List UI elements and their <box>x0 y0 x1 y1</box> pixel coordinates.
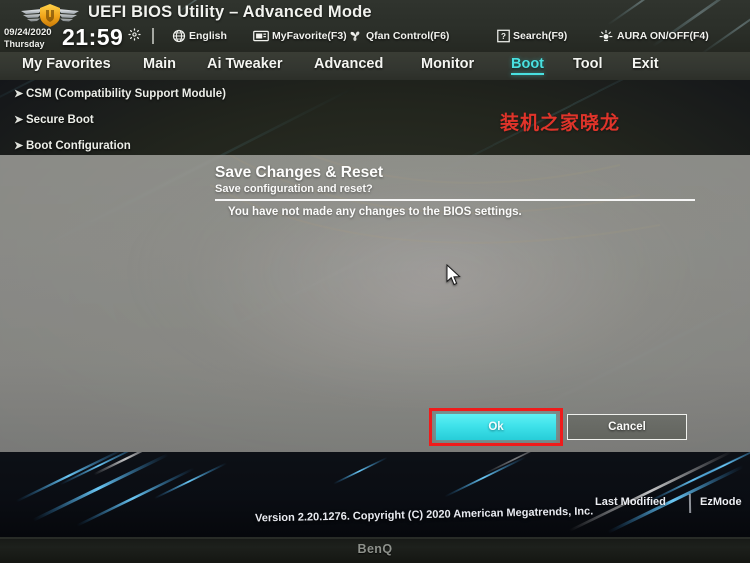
monitor-photo: UEFI BIOS Utility – Advanced Mode 09/24/… <box>0 0 750 563</box>
menu-item-csm[interactable]: ➤ CSM (Compatibility Support Module) <box>14 87 226 100</box>
system-clock: 21:59 <box>62 24 124 50</box>
chevron-right-icon: ➤ <box>14 88 24 100</box>
dialog-message: You have not made any changes to the BIO… <box>228 206 522 218</box>
tab-monitor[interactable]: Monitor <box>421 56 474 72</box>
tab-main[interactable]: Main <box>143 56 176 72</box>
monitor-brand-label: BenQ <box>357 542 393 556</box>
watermark-text: 装机之家晓龙 <box>500 113 621 134</box>
svg-text:?: ? <box>501 32 506 41</box>
date-value: 09/24/2020 <box>4 27 52 38</box>
search-label[interactable]: Search(F9) <box>513 30 567 42</box>
tab-exit[interactable]: Exit <box>632 56 659 72</box>
favorite-box-icon[interactable] <box>253 29 269 43</box>
question-box-icon[interactable]: ? <box>497 29 510 43</box>
cancel-button[interactable]: Cancel <box>567 414 687 440</box>
menu-item-secure-boot[interactable]: ➤ Secure Boot <box>14 113 94 126</box>
bios-screen: UEFI BIOS Utility – Advanced Mode 09/24/… <box>0 0 750 537</box>
aura-light-icon[interactable] <box>598 29 614 43</box>
tab-advanced[interactable]: Advanced <box>314 56 383 72</box>
menu-item-boot-configuration-label: Boot Configuration <box>26 140 131 152</box>
dialog-title: Save Changes & Reset <box>215 164 383 181</box>
system-date: 09/24/2020 Thursday <box>4 27 52 49</box>
gear-icon[interactable] <box>128 28 141 41</box>
myfavorite-label[interactable]: MyFavorite(F3) <box>272 30 347 42</box>
ok-button[interactable]: Ok <box>436 414 556 440</box>
dialog-divider <box>215 199 695 201</box>
language-label[interactable]: English <box>189 30 227 42</box>
menu-item-csm-label: CSM (Compatibility Support Module) <box>26 88 226 100</box>
fan-icon[interactable] <box>347 29 364 43</box>
qfan-label[interactable]: Qfan Control(F6) <box>366 30 449 42</box>
monitor-bezel: BenQ <box>0 537 750 563</box>
tab-ai-tweaker[interactable]: Ai Tweaker <box>207 56 283 72</box>
globe-icon[interactable] <box>172 29 186 43</box>
footer-divider <box>688 493 691 514</box>
dialog-subtitle: Save configuration and reset? <box>215 183 373 195</box>
bezel-edge-highlight <box>0 537 750 539</box>
menu-item-boot-configuration[interactable]: ➤ Boot Configuration <box>14 139 131 152</box>
chevron-right-icon: ➤ <box>14 140 24 152</box>
last-modified-button[interactable]: Last Modified <box>595 496 666 508</box>
weekday-value: Thursday <box>4 38 45 49</box>
menu-item-secure-boot-label: Secure Boot <box>26 114 94 126</box>
tab-tool[interactable]: Tool <box>573 56 603 72</box>
bios-footer <box>0 452 750 537</box>
tab-boot[interactable]: Boot <box>511 56 545 75</box>
aura-label[interactable]: AURA ON/OFF(F4) <box>617 30 709 42</box>
window-title: UEFI BIOS Utility – Advanced Mode <box>88 3 372 21</box>
chevron-right-icon: ➤ <box>14 114 24 126</box>
ezmode-button[interactable]: EzMode <box>700 496 742 508</box>
bios-header: UEFI BIOS Utility – Advanced Mode 09/24/… <box>0 0 750 52</box>
header-divider <box>152 28 154 44</box>
footer-streaks <box>16 452 750 534</box>
main-tab-bar: My Favorites Main Ai Tweaker Advanced Mo… <box>0 52 750 80</box>
tab-my-favorites[interactable]: My Favorites <box>22 56 111 72</box>
